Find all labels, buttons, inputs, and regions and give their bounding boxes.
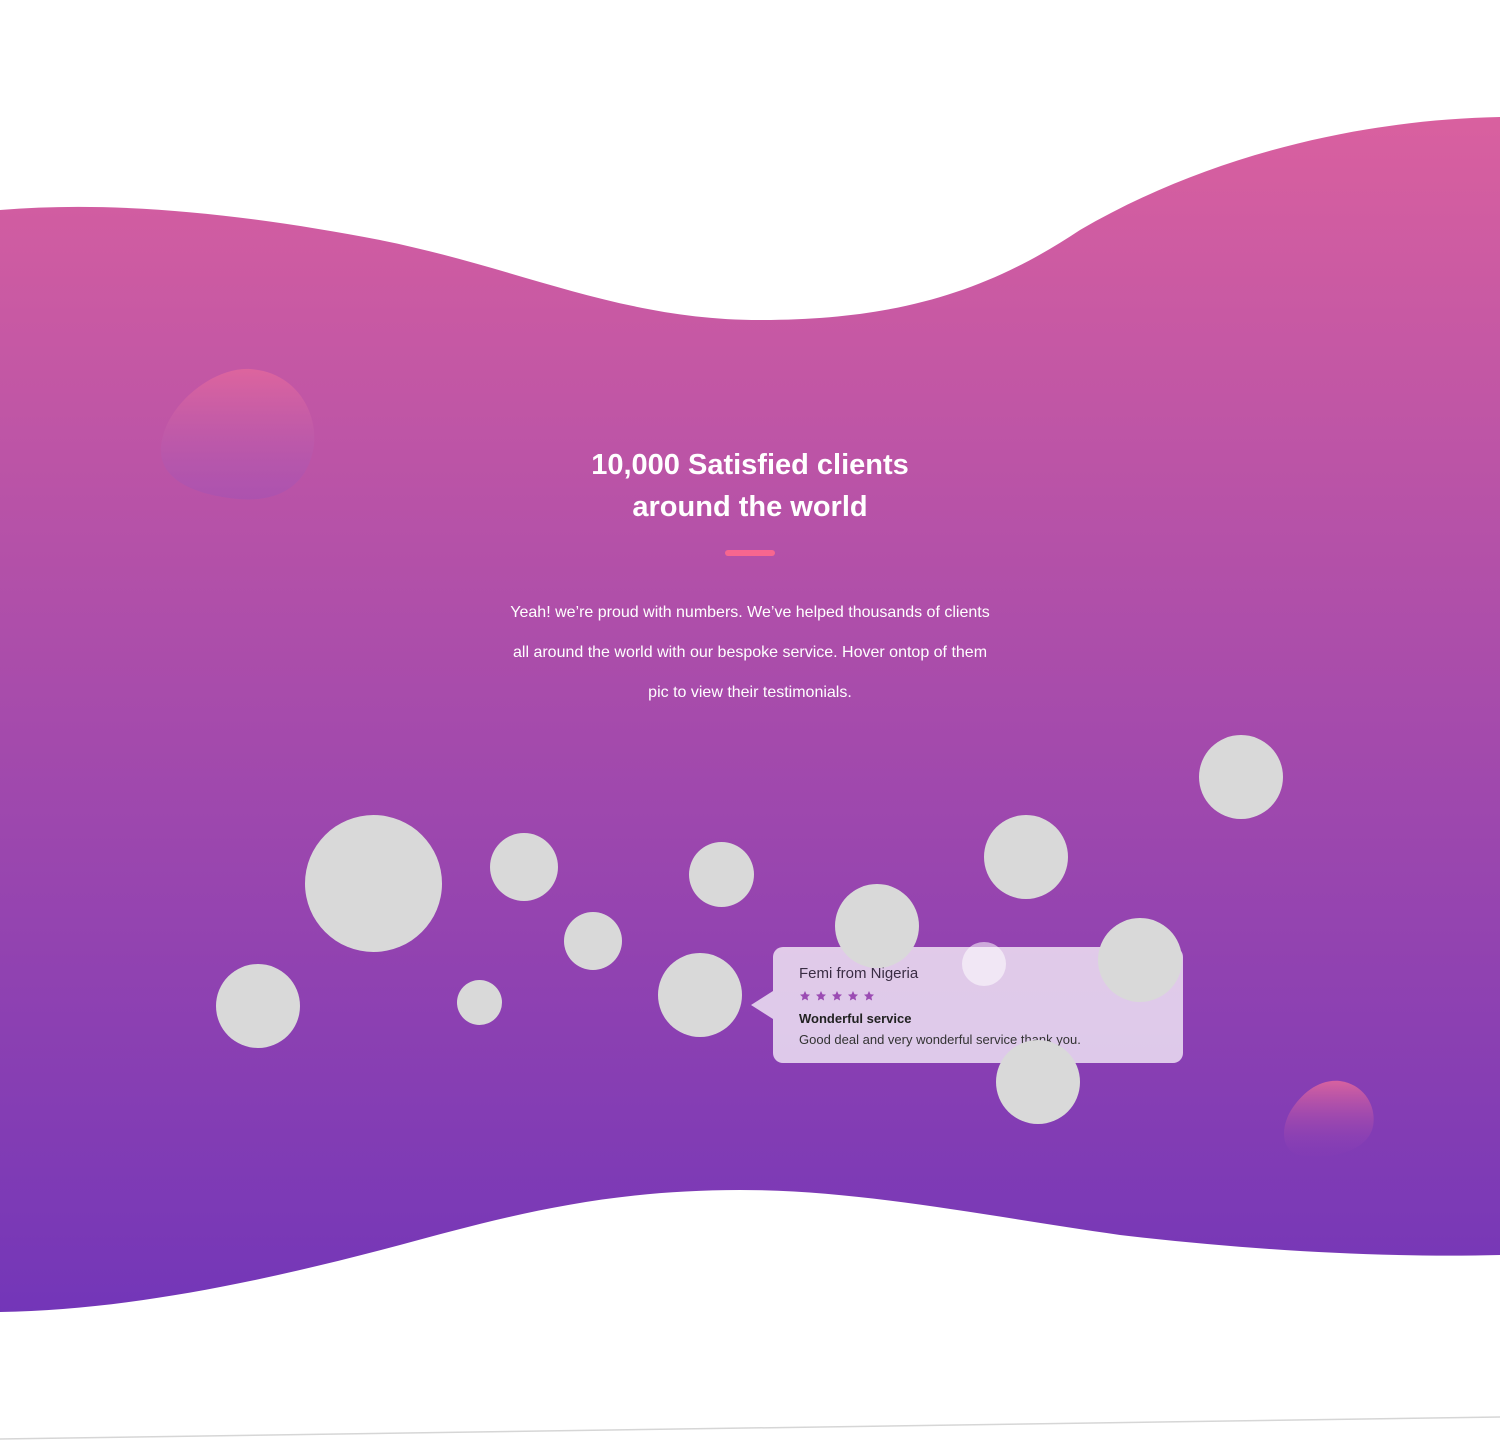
testimonial-rating <box>799 990 875 1002</box>
client-avatar[interactable] <box>996 1040 1080 1124</box>
star-icon <box>800 991 810 1001</box>
testimonial-author: Femi from Nigeria <box>799 965 919 982</box>
testimonial-title: Wonderful service <box>799 1011 912 1026</box>
intro-line-1: Yeah! we’re proud with numbers. We’ve he… <box>510 604 990 621</box>
client-avatar[interactable] <box>305 815 442 952</box>
client-avatar[interactable] <box>689 842 754 907</box>
star-icon <box>864 991 874 1001</box>
client-avatar[interactable] <box>216 964 300 1048</box>
client-avatar[interactable] <box>962 942 1006 986</box>
bottom-divider-line <box>0 1416 1500 1440</box>
client-avatar[interactable] <box>835 884 919 968</box>
section-heading: 10,000 Satisfied clients around the worl… <box>0 444 1500 528</box>
client-avatar[interactable] <box>1098 918 1182 1002</box>
heading-line-2: around the world <box>632 491 868 523</box>
star-icon <box>832 991 842 1001</box>
intro-line-2: all around the world with our bespoke se… <box>512 644 988 661</box>
client-avatar[interactable] <box>658 953 742 1037</box>
star-icon <box>816 991 826 1001</box>
client-avatar[interactable] <box>984 815 1068 899</box>
section-intro: Yeah! we’re proud with numbers. We’ve he… <box>460 593 1040 713</box>
heading-line-1: 10,000 Satisfied clients <box>591 449 909 481</box>
client-avatar[interactable] <box>457 980 502 1025</box>
client-avatar[interactable] <box>564 912 622 970</box>
client-avatar[interactable] <box>490 833 558 901</box>
wave-background <box>0 117 1500 1312</box>
heading-divider <box>725 550 775 556</box>
intro-line-3: pic to view their testimonials. <box>648 684 852 701</box>
client-avatar[interactable] <box>1199 735 1283 819</box>
star-icon <box>848 991 858 1001</box>
